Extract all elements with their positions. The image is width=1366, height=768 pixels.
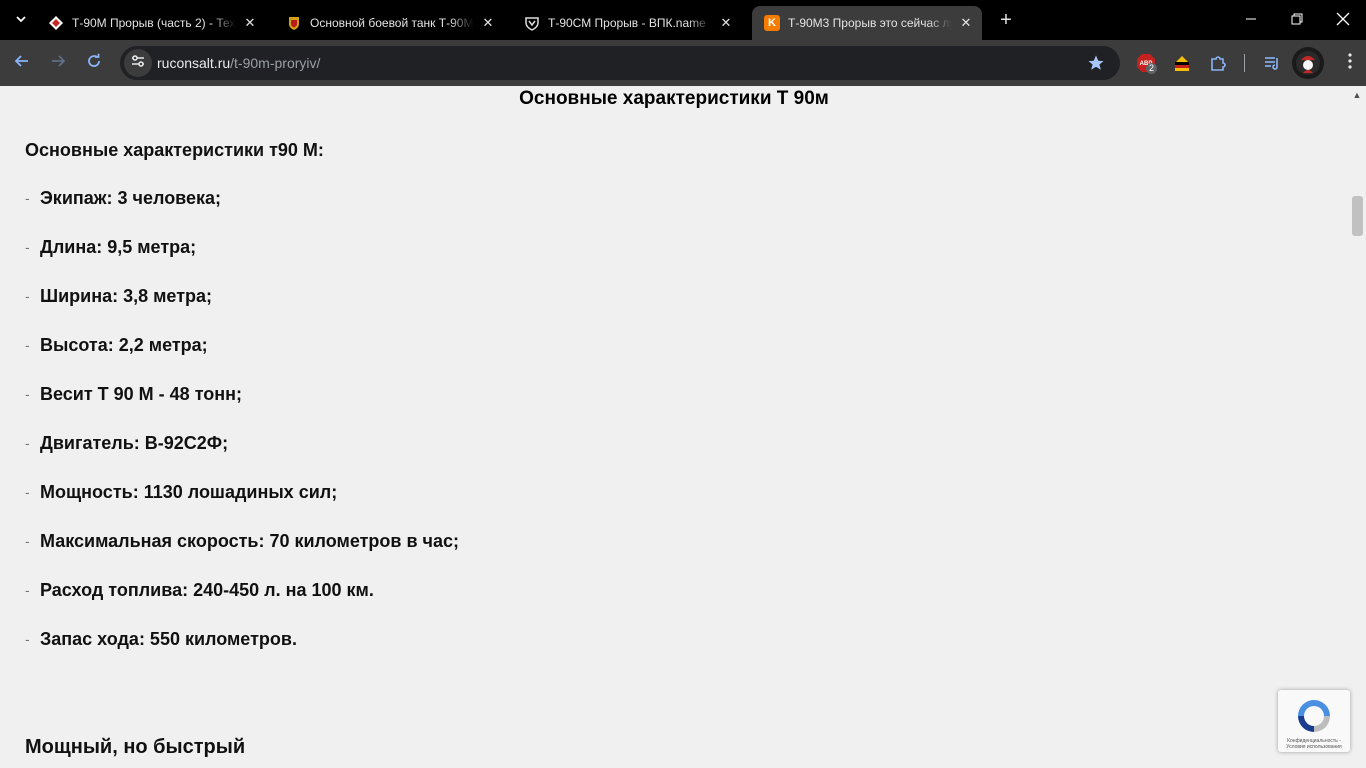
list-item: - Длина: 9,5 метра; <box>25 237 459 286</box>
url-path: /t-90m-proryiv/ <box>230 55 321 71</box>
kebab-menu-icon <box>1348 52 1352 74</box>
close-icon[interactable]: ✕ <box>718 15 734 31</box>
spec-text: Запас хода: 550 километров. <box>40 629 297 649</box>
minimize-icon <box>1245 12 1257 28</box>
page-content: Основные характеристики Т 90м Основные х… <box>0 86 1348 768</box>
intro-text: Основные характеристики т90 М: <box>25 140 324 160</box>
recaptcha-logo-icon <box>1298 700 1330 732</box>
new-tab-button[interactable]: + <box>994 8 1018 32</box>
close-icon[interactable]: ✕ <box>958 15 974 31</box>
tab-2[interactable]: Основной боевой танк Т-90М ✕ <box>274 6 504 40</box>
close-icon <box>1336 12 1350 29</box>
spec-text: Длина: 9,5 метра; <box>40 237 197 257</box>
spec-text: Максимальная скорость: 70 километров в ч… <box>40 531 460 551</box>
spec-text: Экипаж: 3 человека; <box>40 188 222 208</box>
flag-extension-icon[interactable] <box>1172 53 1192 73</box>
tab-strip: Т-90М Прорыв (часть 2) - Техника ✕ Основ… <box>0 0 1366 40</box>
abp-icon[interactable]: ABP 2 <box>1136 53 1158 74</box>
diamond-logo-icon <box>48 15 64 31</box>
list-item: - Расход топлива: 240-450 л. на 100 км. <box>25 580 459 629</box>
back-button[interactable] <box>10 51 34 75</box>
list-item: - Запас хода: 550 километров. <box>25 629 459 678</box>
subheading: Мощный, но быстрый <box>25 736 246 758</box>
bullet-dash: - <box>25 337 30 353</box>
more-menu-button[interactable] <box>1340 51 1360 75</box>
arrow-left-icon <box>14 53 30 74</box>
tab-1[interactable]: Т-90М Прорыв (часть 2) - Техника ✕ <box>36 6 266 40</box>
plus-icon: + <box>1000 8 1012 31</box>
scroll-thumb[interactable] <box>1352 196 1363 236</box>
list-item: - Мощность: 1130 лошадиных сил; <box>25 482 459 531</box>
bullet-dash: - <box>25 288 30 304</box>
reload-icon <box>86 53 102 74</box>
list-item: - Двигатель: В-92С2Ф; <box>25 433 459 482</box>
toolbar-divider <box>1244 54 1245 72</box>
spec-text: Двигатель: В-92С2Ф; <box>40 433 229 453</box>
spec-text: Расход топлива: 240-450 л. на 100 км. <box>40 580 374 600</box>
spec-text: Ширина: 3,8 метра; <box>40 286 213 306</box>
bullet-dash: - <box>25 386 30 402</box>
list-item: - Максимальная скорость: 70 километров в … <box>25 531 459 580</box>
arrow-right-icon <box>50 53 66 74</box>
list-item: - Ширина: 3,8 метра; <box>25 286 459 335</box>
url-domain: ruconsalt.ru <box>157 55 231 71</box>
browser-toolbar: ruconsalt.ru/t-90m-proryiv/ ABP 2 <box>0 40 1366 86</box>
bullet-dash: - <box>25 435 30 451</box>
tab-title: Т-90М Прорыв (часть 2) - Техника <box>72 16 236 30</box>
k-logo-icon: K <box>764 15 780 31</box>
tune-icon <box>130 53 146 74</box>
recaptcha-terms-link[interactable]: Условия использования <box>1286 744 1342 750</box>
restore-icon <box>1291 12 1303 28</box>
scroll-up-arrow-icon[interactable]: ▲ <box>1352 90 1362 100</box>
list-item: - Весит Т 90 М - 48 тонн; <box>25 384 459 433</box>
page-scrollbar[interactable]: ▲ <box>1348 86 1366 768</box>
bullet-dash: - <box>25 484 30 500</box>
address-bar[interactable]: ruconsalt.ru/t-90m-proryiv/ <box>120 46 1120 80</box>
tab-4-active[interactable]: K Т-90М3 Прорыв это сейчас лучший ✕ <box>752 6 982 40</box>
tab-search-button[interactable] <box>8 8 34 32</box>
reload-button[interactable] <box>82 51 106 75</box>
site-info-button[interactable] <box>124 49 152 77</box>
minimize-button[interactable] <box>1228 0 1274 40</box>
bullet-dash: - <box>25 190 30 206</box>
close-icon[interactable]: ✕ <box>242 15 258 31</box>
extension-badge: 2 <box>1146 63 1158 74</box>
crest-icon <box>286 15 302 31</box>
vpk-logo-icon <box>524 15 540 31</box>
bullet-dash: - <box>25 533 30 549</box>
bullet-dash: - <box>25 582 30 598</box>
spec-list: - Экипаж: 3 человека; - Длина: 9,5 метра; … <box>25 188 459 678</box>
tab-title: Основной боевой танк Т-90М <box>310 16 474 30</box>
tab-title: Т-90СМ Прорыв - ВПК.name <box>548 16 706 30</box>
tab-title: Т-90М3 Прорыв это сейчас лучший <box>788 16 952 30</box>
recaptcha-badge[interactable]: Конфиденциальность - Условия использован… <box>1278 690 1350 752</box>
bullet-dash: - <box>25 239 30 255</box>
close-window-button[interactable] <box>1320 0 1366 40</box>
list-item: - Высота: 2,2 метра; <box>25 335 459 384</box>
restore-button[interactable] <box>1274 0 1320 40</box>
bullet-dash: - <box>25 631 30 647</box>
puzzle-icon[interactable] <box>1208 53 1228 73</box>
spec-text: Весит Т 90 М - 48 тонн; <box>40 384 243 404</box>
chevron-down-icon <box>15 13 27 28</box>
spec-text: Мощность: 1130 лошадиных сил; <box>40 482 338 502</box>
media-control-icon[interactable] <box>1262 53 1282 73</box>
forward-button[interactable] <box>46 51 70 75</box>
profile-avatar[interactable] <box>1292 47 1324 79</box>
list-item: - Экипаж: 3 человека; <box>25 188 459 237</box>
close-icon[interactable]: ✕ <box>480 15 496 31</box>
tab-3[interactable]: Т-90СМ Прорыв - ВПК.name ✕ <box>512 6 742 40</box>
spec-text: Высота: 2,2 метра; <box>40 335 208 355</box>
bookmark-star-icon[interactable] <box>1086 53 1106 73</box>
section-heading: Основные характеристики Т 90м <box>519 88 829 109</box>
url-text[interactable]: ruconsalt.ru/t-90m-proryiv/ <box>157 55 320 71</box>
